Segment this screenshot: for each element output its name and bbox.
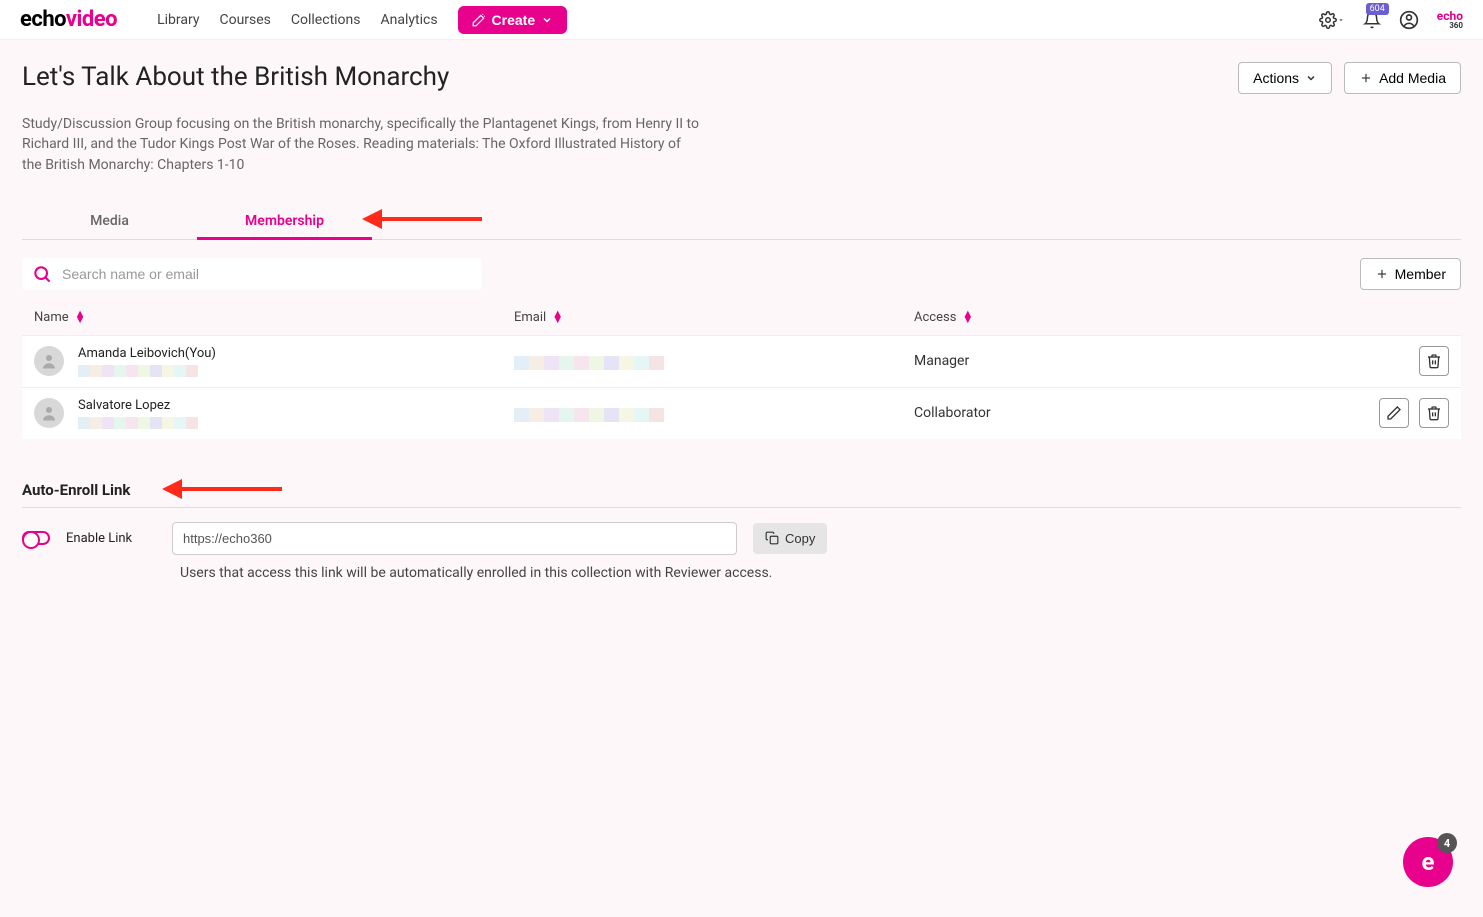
mini-brand-logo[interactable]: echo 360 [1437,10,1463,30]
caret-down-icon [1337,16,1345,24]
add-media-button[interactable]: Add Media [1344,62,1461,94]
annotation-arrow-icon [362,207,482,237]
enable-link-toggle[interactable] [22,531,50,545]
collection-description: Study/Discussion Group focusing on the B… [22,114,702,175]
enable-link-label: Enable Link [66,531,156,546]
auto-enroll-help-text: Users that access this link will be auto… [180,565,1461,581]
logo-video: video [66,7,117,32]
help-fab[interactable]: e 4 [1403,837,1453,887]
nav-library[interactable]: Library [157,12,199,28]
page-header: Let's Talk About the British Monarchy Ac… [22,62,1461,94]
nav-analytics[interactable]: Analytics [381,12,438,28]
auto-enroll-section-title: Auto-Enroll Link [22,481,1461,508]
user-icon [40,404,58,422]
sort-icon: ▲▼ [75,311,86,324]
plus-icon [1375,267,1389,281]
logo[interactable]: echovideo [20,7,117,32]
copy-icon [765,531,779,545]
header-actions: Actions Add Media [1238,62,1461,94]
search-wrap [22,258,482,290]
col-name-header[interactable]: Name ▲▼ [34,310,514,325]
tabs: Media Membership [22,203,1461,240]
fab-icon: e [1422,848,1435,876]
delete-member-button[interactable] [1419,346,1449,376]
col-access-label: Access [914,310,956,325]
copy-link-button[interactable]: Copy [753,523,827,554]
chevron-down-icon [1305,72,1317,84]
add-media-label: Add Media [1379,70,1446,86]
member-name: Amanda Leibovich(You) [78,346,216,361]
topbar-right: 604 echo 360 [1319,10,1463,30]
delete-member-button[interactable] [1419,398,1449,428]
actions-button[interactable]: Actions [1238,62,1332,94]
nav-collections[interactable]: Collections [291,12,361,28]
col-email-label: Email [514,310,546,325]
auto-enroll-link-input[interactable] [172,522,737,555]
col-name-label: Name [34,310,69,325]
table-row: Amanda Leibovich(You) Manager [22,335,1461,387]
main-nav: Library Courses Collections Analytics [157,12,437,28]
create-label: Create [492,12,536,28]
user-circle-icon [1399,10,1419,30]
pencil-icon [1386,405,1402,421]
avatar [34,398,64,428]
search-input[interactable] [62,266,472,282]
membership-toolbar: Member [22,258,1461,290]
col-email-header[interactable]: Email ▲▼ [514,310,914,325]
add-member-button[interactable]: Member [1360,258,1461,290]
trash-icon [1426,353,1442,369]
user-icon [40,352,58,370]
member-name: Salvatore Lopez [78,398,198,413]
redacted-email [514,408,664,422]
col-access-header[interactable]: Access ▲▼ [914,310,1449,325]
notifications-button[interactable]: 604 [1363,11,1381,29]
chevron-down-icon [541,14,553,26]
copy-label: Copy [785,531,815,546]
add-member-label: Member [1395,266,1446,282]
sort-icon: ▲▼ [552,311,563,324]
annotation-arrow-icon [162,477,282,507]
trash-icon [1426,405,1442,421]
redacted-subtext [78,365,198,377]
plus-icon [1359,71,1373,85]
search-icon [32,264,52,284]
member-access: Collaborator [914,405,1379,421]
member-access: Manager [914,353,1419,369]
sort-icon: ▲▼ [962,311,973,324]
account-button[interactable] [1399,10,1419,30]
create-button[interactable]: Create [458,6,568,34]
table-row: Salvatore Lopez Collaborator [22,387,1461,439]
settings-button[interactable] [1319,11,1345,29]
enable-link-row: Enable Link Copy [22,522,1461,555]
avatar [34,346,64,376]
fab-badge: 4 [1437,833,1457,853]
gear-icon [1319,11,1337,29]
wand-icon [472,13,486,27]
notification-badge: 604 [1366,3,1389,15]
auto-enroll-title-text: Auto-Enroll Link [22,481,130,499]
redacted-email [514,356,664,370]
page-title: Let's Talk About the British Monarchy [22,62,449,92]
nav-courses[interactable]: Courses [219,12,270,28]
actions-label: Actions [1253,70,1299,86]
tab-media[interactable]: Media [22,203,197,239]
table-header: Name ▲▼ Email ▲▼ Access ▲▼ [22,300,1461,335]
logo-echo: echo [20,7,66,32]
topbar: echovideo Library Courses Collections An… [0,0,1483,40]
edit-member-button[interactable] [1379,398,1409,428]
tab-membership[interactable]: Membership [197,203,372,239]
page-content: Let's Talk About the British Monarchy Ac… [0,40,1483,621]
mini-logo-sub: 360 [1437,22,1463,30]
redacted-subtext [78,417,198,429]
